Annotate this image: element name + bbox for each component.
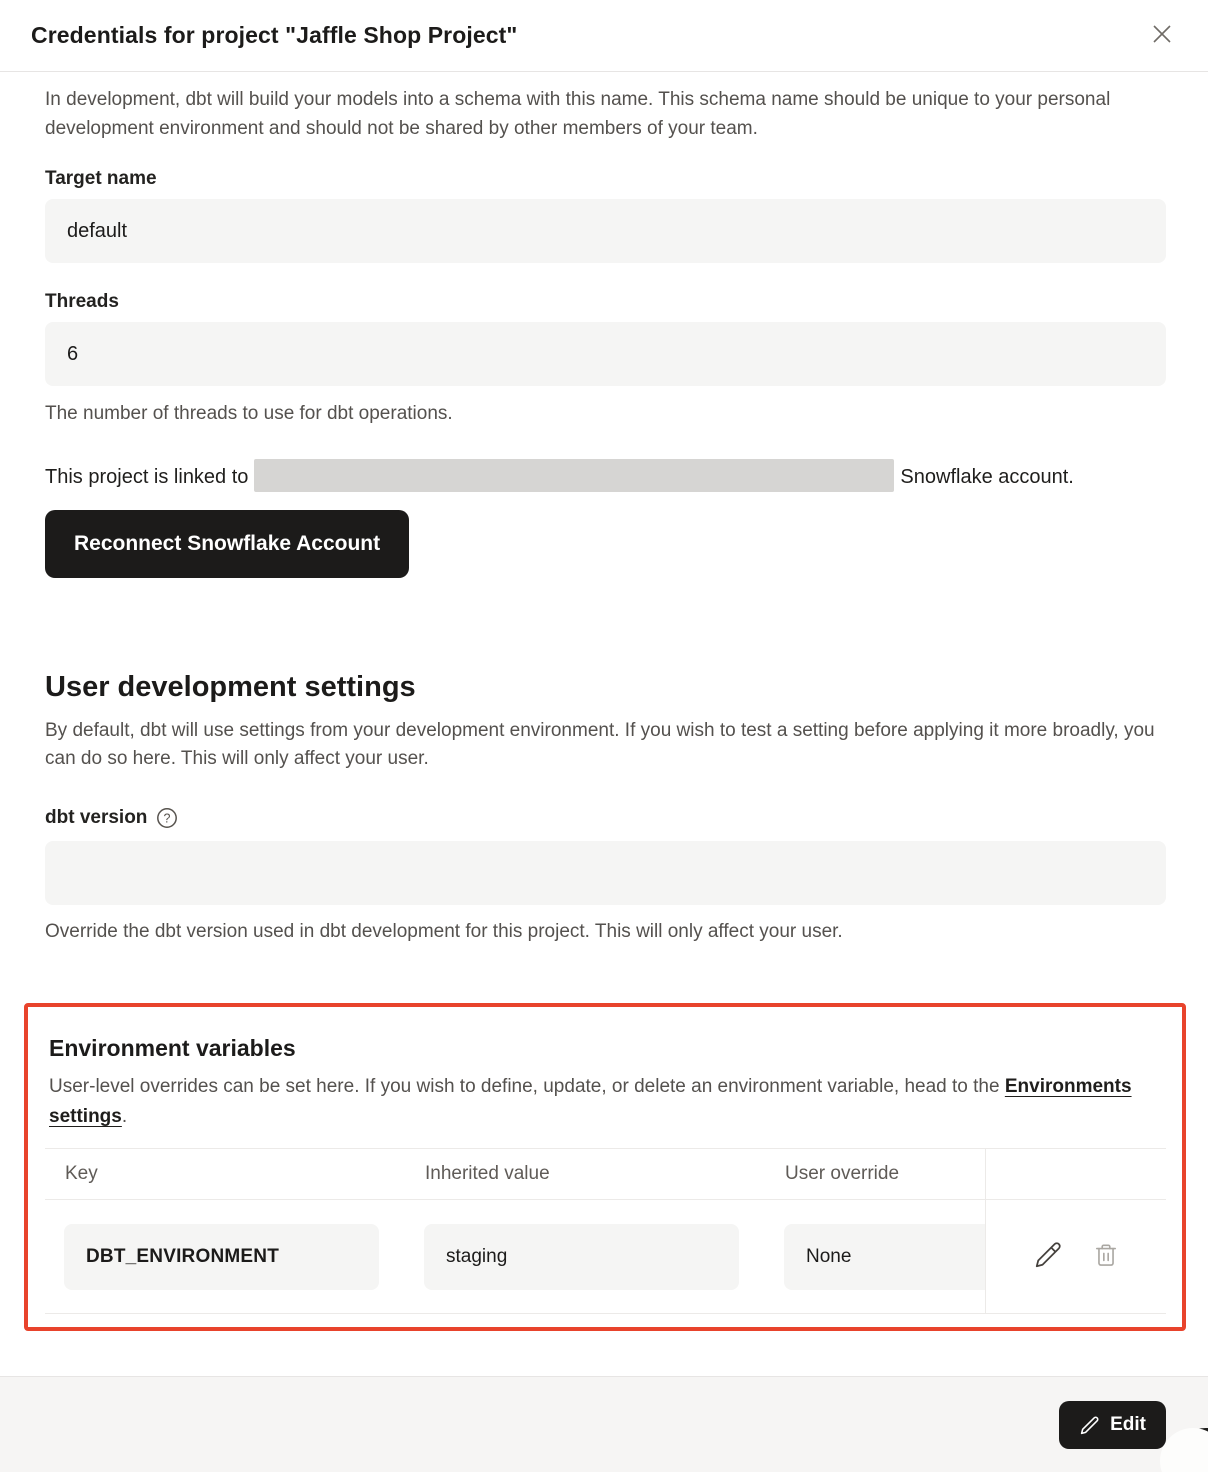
table-row: DBT_ENVIRONMENT staging None [45,1200,1166,1314]
environment-variables-heading: Environment variables [49,1035,1162,1062]
environment-variables-description: User-level overrides can be set here. If… [49,1072,1162,1132]
user-development-settings-description: By default, dbt will use settings from y… [45,717,1166,773]
modal-body: In development, dbt will build your mode… [0,72,1208,1331]
svg-text:?: ? [164,812,171,826]
redacted-account-name [254,459,894,492]
threads-label: Threads [45,291,1166,313]
schema-description: In development, dbt will build your mode… [45,85,1166,143]
column-header-key: Key [45,1149,405,1199]
pencil-icon [1079,1415,1100,1436]
threads-input[interactable] [45,322,1166,386]
target-name-input[interactable] [45,199,1166,263]
env-var-inherited-value: staging [424,1224,739,1290]
dbt-version-label: dbt version [45,807,147,829]
linked-account-text: This project is linked toSnowflake accou… [45,459,1166,496]
close-button[interactable] [1144,18,1180,54]
modal-header: Credentials for project "Jaffle Shop Pro… [0,0,1208,72]
column-header-user-override: User override [765,1149,985,1199]
environment-variables-table: Key Inherited value User override DBT_EN… [45,1148,1166,1314]
edit-variable-button[interactable] [1031,1238,1065,1275]
env-var-user-override-value: None [784,1224,985,1290]
pencil-icon [1033,1240,1063,1273]
column-header-inherited-value: Inherited value [405,1149,765,1199]
close-icon [1148,20,1176,51]
trash-icon [1093,1242,1119,1271]
table-header-row: Key Inherited value User override [45,1148,1166,1200]
delete-variable-button[interactable] [1091,1240,1121,1273]
dbt-version-input[interactable] [45,841,1166,905]
help-circle-icon[interactable]: ? [156,807,178,829]
edit-button[interactable]: Edit [1059,1401,1166,1449]
modal-footer: Edit [0,1376,1208,1472]
reconnect-snowflake-button[interactable]: Reconnect Snowflake Account [45,510,409,578]
dbt-version-help-text: Override the dbt version used in dbt dev… [45,920,1166,944]
column-header-actions [985,1149,1166,1199]
modal-title: Credentials for project "Jaffle Shop Pro… [31,22,517,49]
environment-variables-highlight-box: Environment variables User-level overrid… [24,1003,1186,1331]
target-name-label: Target name [45,168,1166,190]
user-development-settings-heading: User development settings [45,671,1166,704]
env-var-key-value: DBT_ENVIRONMENT [64,1224,379,1290]
threads-help-text: The number of threads to use for dbt ope… [45,402,1166,426]
